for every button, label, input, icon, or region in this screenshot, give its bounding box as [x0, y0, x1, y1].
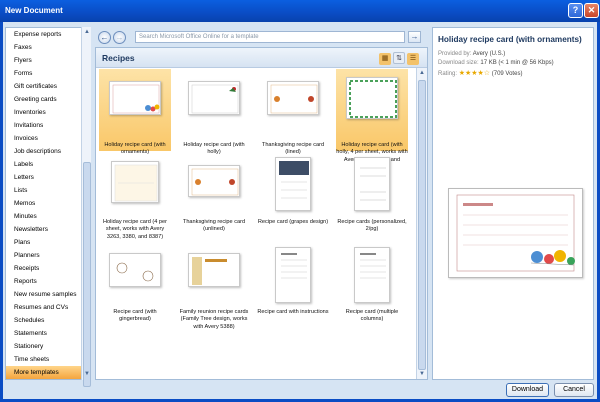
template-caption: Recipe card (grapes design) — [257, 219, 329, 225]
download-button[interactable]: Download — [506, 383, 549, 397]
template-thumbnail[interactable] — [109, 81, 161, 115]
template-thumbnail[interactable] — [111, 161, 159, 203]
category-item[interactable]: Labels — [6, 158, 90, 171]
template-tile[interactable]: Holiday recipe card (with holly, 4 per s… — [336, 69, 408, 170]
rating-row: Rating: ★★★★☆ (709 Votes) — [438, 69, 522, 77]
template-details: Holiday recipe card (with ornaments) Pro… — [432, 27, 594, 380]
cancel-button[interactable]: Cancel — [554, 383, 594, 397]
template-preview — [448, 188, 583, 278]
category-scroll-thumb[interactable] — [83, 162, 91, 387]
template-gallery: Recipes ▦ ⇅ ☰ Holiday recipe card (with or… — [95, 47, 428, 380]
category-item[interactable]: Minutes — [6, 210, 90, 223]
category-item[interactable]: Gift certificates — [6, 80, 90, 93]
close-button[interactable]: ✕ — [584, 3, 599, 18]
category-item[interactable]: Forms — [6, 67, 90, 80]
category-item[interactable]: Job descriptions — [6, 145, 90, 158]
template-tile[interactable]: Thanksgiving recipe card (lined) — [257, 69, 329, 155]
template-tile[interactable]: Recipe card (with gingerbread) — [99, 241, 171, 329]
category-item[interactable]: Schedules — [6, 314, 90, 327]
list-view-icon[interactable]: ☰ — [407, 53, 419, 65]
gallery-scrollbar[interactable]: ▲ ▼ — [416, 68, 427, 379]
title-bar: New Document ? ✕ — [0, 0, 600, 22]
category-list: Expense reports Faxes Flyers Forms Gift cert… — [5, 27, 91, 380]
template-thumbnail[interactable] — [188, 81, 240, 115]
category-item[interactable]: Receipts — [6, 262, 90, 275]
template-caption: Recipe card (multiple columns) — [345, 309, 399, 323]
category-item[interactable]: Expense reports — [6, 28, 90, 41]
template-thumbnail[interactable] — [188, 165, 240, 197]
category-item[interactable]: Statements — [6, 327, 90, 340]
template-tile[interactable]: Thanksgiving recipe card (unlined) — [178, 151, 250, 241]
category-item[interactable]: Greeting cards — [6, 93, 90, 106]
category-item[interactable]: Plans — [6, 236, 90, 249]
rating-label: Rating: — [438, 71, 458, 77]
template-caption: Family reunion recipe cards (Family Tree… — [179, 309, 249, 330]
template-tile[interactable]: Recipe card (multiple columns) — [336, 241, 408, 329]
category-item[interactable]: Stationery — [6, 340, 90, 353]
template-thumbnail[interactable] — [275, 247, 311, 303]
template-tile[interactable]: Holiday recipe card (with ornaments) — [99, 69, 171, 155]
template-thumbnail[interactable] — [354, 157, 390, 211]
category-item[interactable]: Memos — [6, 197, 90, 210]
template-caption: Recipe card with instructions — [257, 309, 329, 315]
gallery-scroll-thumb[interactable] — [418, 80, 426, 370]
help-button[interactable]: ? — [568, 3, 583, 18]
category-item[interactable]: Letters — [6, 171, 90, 184]
gallery-heading: Recipes — [102, 53, 135, 63]
category-item[interactable]: More templates — [6, 366, 90, 379]
template-thumbnail[interactable] — [275, 157, 311, 211]
category-item[interactable]: Time sheets — [6, 353, 90, 366]
template-tile[interactable]: Recipe card with instructions — [257, 241, 329, 329]
category-item[interactable]: Inventories — [6, 106, 90, 119]
scroll-down-icon[interactable]: ▼ — [83, 370, 91, 378]
template-tile[interactable]: Holiday recipe card (with holly) — [178, 69, 250, 155]
download-size-label: Download size: — [438, 60, 479, 66]
search-input[interactable]: Search Microsoft Office Online for a tem… — [135, 31, 405, 43]
category-item[interactable]: Invoices — [6, 132, 90, 145]
provided-by-value: Avery (U.S.) — [472, 51, 506, 57]
template-thumbnail[interactable] — [109, 253, 161, 287]
navigation-bar: ← → Search Microsoft Office Online for a… — [95, 27, 430, 47]
rating-votes: (709 Votes) — [491, 71, 523, 77]
template-thumbnail[interactable] — [346, 77, 398, 119]
provided-by-label: Provided by: — [438, 51, 472, 57]
category-item[interactable]: Invitations — [6, 119, 90, 132]
category-item[interactable]: Lists — [6, 184, 90, 197]
download-size-value: 17 KB (< 1 min @ 56 Kbps) — [480, 60, 554, 66]
search-go-icon[interactable]: → — [408, 31, 421, 43]
back-arrow-icon[interactable]: ← — [98, 31, 111, 44]
gallery-header: Recipes ▦ ⇅ ☰ — [96, 48, 427, 68]
sort-icon[interactable]: ⇅ — [393, 52, 405, 64]
category-item[interactable]: Newsletters — [6, 223, 90, 236]
details-title: Holiday recipe card (with ornaments) — [438, 35, 582, 44]
forward-arrow-icon[interactable]: → — [113, 31, 126, 44]
template-tile[interactable]: Recipe card (grapes design) — [257, 151, 329, 241]
template-caption: Holiday recipe card (4 per sheet, works … — [102, 219, 168, 240]
category-scrollbar[interactable]: ▲ ▼ — [81, 27, 91, 387]
provided-by-row: Provided by: Avery (U.S.) — [438, 51, 505, 57]
large-icons-view-icon[interactable]: ▦ — [379, 53, 391, 65]
gallery-scroll-up-icon[interactable]: ▲ — [418, 69, 426, 77]
category-item[interactable]: Planners — [6, 249, 90, 262]
template-caption: Thanksgiving recipe card (unlined) — [182, 219, 246, 233]
gallery-scroll-down-icon[interactable]: ▼ — [418, 370, 426, 378]
template-caption: Recipe cards (personalized, 2/pg) — [337, 219, 407, 233]
download-size-row: Download size: 17 KB (< 1 min @ 56 Kbps) — [438, 60, 554, 66]
template-thumbnail[interactable] — [354, 247, 390, 303]
template-tile[interactable]: Holiday recipe card (4 per sheet, works … — [99, 151, 171, 241]
category-item[interactable]: Resumes and CVs — [6, 301, 90, 314]
category-item[interactable]: Faxes — [6, 41, 90, 54]
window-title: New Document — [5, 6, 63, 15]
category-item[interactable]: Flyers — [6, 54, 90, 67]
template-thumbnail[interactable] — [188, 253, 240, 287]
template-thumbnail[interactable] — [267, 81, 319, 115]
view-options: ▦ ⇅ ☰ — [379, 52, 423, 65]
category-item[interactable]: New resume samples — [6, 288, 90, 301]
rating-stars-icon[interactable]: ★★★★☆ — [459, 70, 490, 77]
template-tile[interactable]: Recipe cards (personalized, 2/pg) — [336, 151, 408, 241]
scroll-up-icon[interactable]: ▲ — [83, 28, 91, 36]
template-tile[interactable]: Family reunion recipe cards (Family Tree… — [178, 241, 250, 330]
category-item[interactable]: Reports — [6, 275, 90, 288]
template-caption: Recipe card (with gingerbread) — [113, 309, 157, 323]
